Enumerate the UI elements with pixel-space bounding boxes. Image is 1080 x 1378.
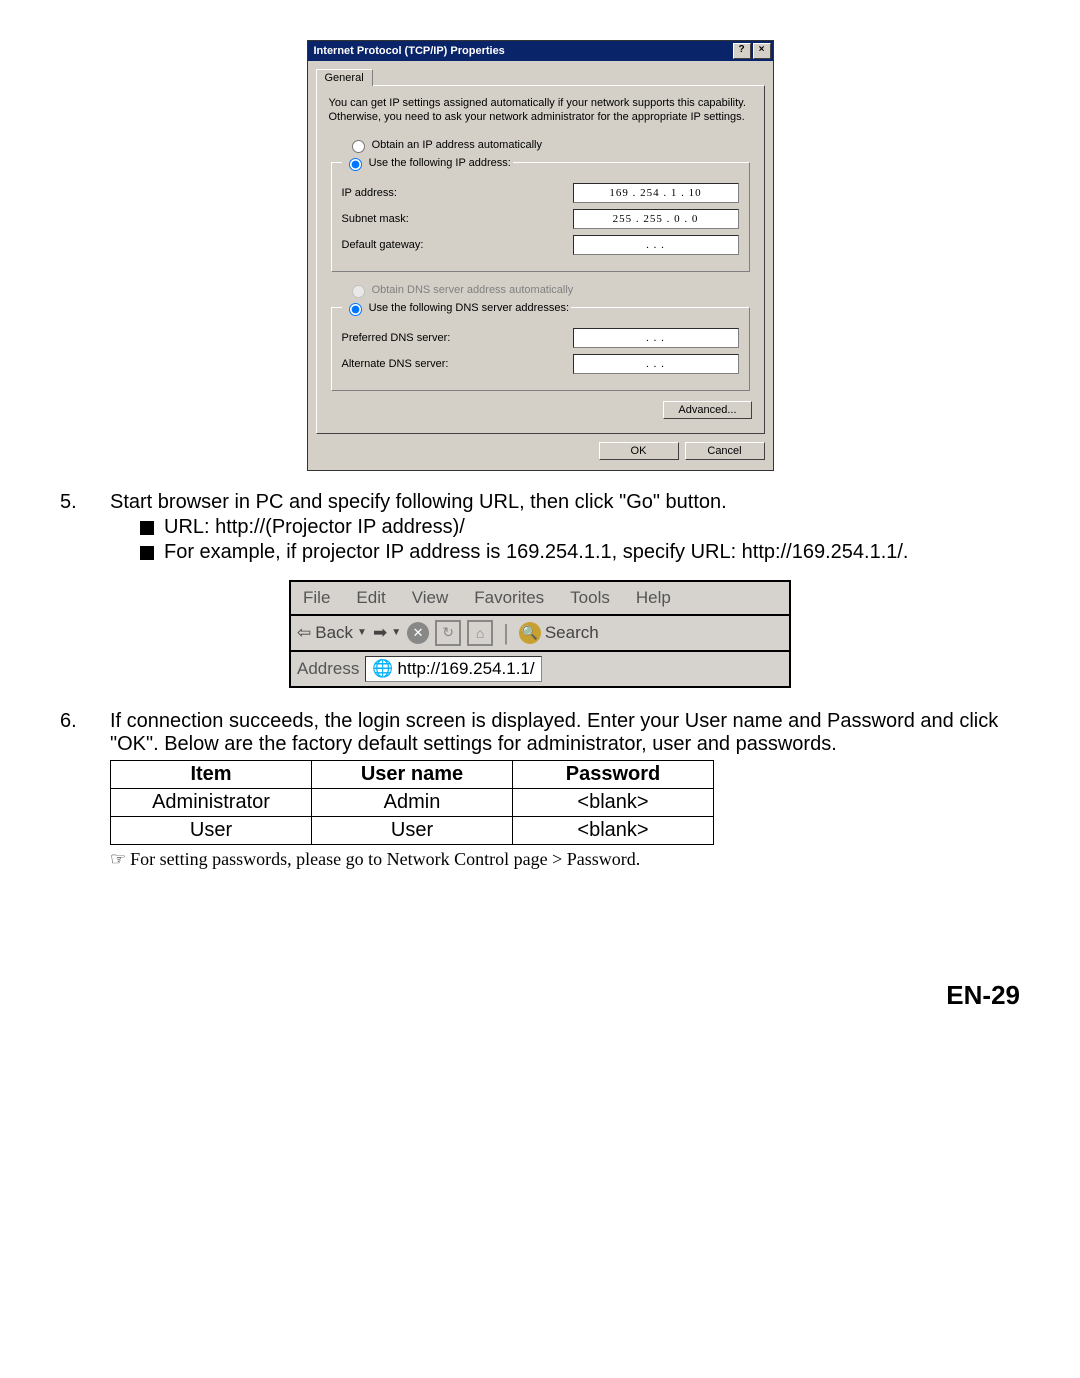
ie-page-icon: 🌐 <box>372 659 393 679</box>
step-5-text: Start browser in PC and specify followin… <box>110 491 1020 514</box>
page-number: EN-29 <box>60 980 1020 1011</box>
forward-arrow-icon: ➡ <box>373 623 387 643</box>
square-bullet-icon <box>140 546 154 560</box>
browser-menu-bar: File Edit View Favorites Tools Help <box>291 582 789 616</box>
label-alternate-dns: Alternate DNS server: <box>342 358 573 370</box>
cell-username: Admin <box>312 788 513 816</box>
menu-edit[interactable]: Edit <box>356 588 385 608</box>
label-default-gateway: Default gateway: <box>342 239 573 251</box>
radio-auto-dns <box>352 285 365 298</box>
back-arrow-icon: ⇦ <box>297 623 311 643</box>
radio-manual-ip[interactable] <box>349 158 362 171</box>
stop-icon[interactable]: ✕ <box>407 622 429 644</box>
ok-button[interactable]: OK <box>599 442 679 460</box>
dialog-title: Internet Protocol (TCP/IP) Properties <box>314 45 505 57</box>
col-header-username: User name <box>312 760 513 788</box>
radio-manual-dns-label: Use the following DNS server addresses: <box>369 302 570 314</box>
dropdown-arrow-icon: ▼ <box>391 627 401 638</box>
cell-item: Administrator <box>111 788 312 816</box>
address-input[interactable]: 🌐 http://169.254.1.1/ <box>365 656 541 682</box>
browser-toolbar-row: ⇦ Back ▼ ➡ ▼ ✕ ↻ ⌂ | 🔍 Search <box>291 616 789 652</box>
cell-username: User <box>312 816 513 844</box>
step-5-bullet-2: For example, if projector IP address is … <box>164 541 908 564</box>
address-bar-row: Address 🌐 http://169.254.1.1/ <box>291 652 789 686</box>
credentials-table: Item User name Password Administrator Ad… <box>110 760 714 845</box>
label-ip-address: IP address: <box>342 187 573 199</box>
cell-password: <blank> <box>513 788 714 816</box>
input-preferred-dns[interactable]: . . . <box>573 328 739 348</box>
dialog-titlebar: Internet Protocol (TCP/IP) Properties ? … <box>308 41 773 61</box>
radio-manual-dns[interactable] <box>349 303 362 316</box>
col-header-password: Password <box>513 760 714 788</box>
cell-item: User <box>111 816 312 844</box>
forward-button[interactable]: ➡ ▼ <box>373 623 401 643</box>
pointing-hand-icon: ☞ <box>110 849 126 870</box>
input-alternate-dns[interactable]: . . . <box>573 354 739 374</box>
close-button[interactable]: × <box>753 43 771 59</box>
dialog-description: You can get IP settings assigned automat… <box>329 96 752 125</box>
radio-auto-ip-label: Obtain an IP address automatically <box>372 139 542 151</box>
menu-tools[interactable]: Tools <box>570 588 610 608</box>
tab-general[interactable]: General <box>316 69 373 86</box>
table-row: Administrator Admin <blank> <box>111 788 714 816</box>
step-6-text: If connection succeeds, the login screen… <box>110 710 1020 756</box>
step-6-number: 6. <box>60 710 110 870</box>
tcpip-properties-dialog: Internet Protocol (TCP/IP) Properties ? … <box>307 40 774 471</box>
step-5-number: 5. <box>60 491 110 566</box>
radio-auto-ip[interactable] <box>352 140 365 153</box>
menu-file[interactable]: File <box>303 588 330 608</box>
label-preferred-dns: Preferred DNS server: <box>342 332 573 344</box>
label-subnet-mask: Subnet mask: <box>342 213 573 225</box>
toolbar-separator: | <box>499 622 513 644</box>
col-header-item: Item <box>111 760 312 788</box>
help-button[interactable]: ? <box>733 43 751 59</box>
menu-view[interactable]: View <box>412 588 449 608</box>
input-ip-address[interactable]: 169 . 254 . 1 . 10 <box>573 183 739 203</box>
search-icon: 🔍 <box>519 622 541 644</box>
menu-help[interactable]: Help <box>636 588 671 608</box>
cell-password: <blank> <box>513 816 714 844</box>
dropdown-arrow-icon: ▼ <box>357 627 367 638</box>
radio-manual-ip-label: Use the following IP address: <box>369 157 511 169</box>
menu-favorites[interactable]: Favorites <box>474 588 544 608</box>
advanced-button[interactable]: Advanced... <box>663 401 751 419</box>
home-icon[interactable]: ⌂ <box>467 620 493 646</box>
input-default-gateway[interactable]: . . . <box>573 235 739 255</box>
search-button[interactable]: 🔍 Search <box>519 622 599 644</box>
address-label: Address <box>297 659 359 679</box>
back-button[interactable]: ⇦ Back ▼ <box>297 623 367 643</box>
address-url: http://169.254.1.1/ <box>398 659 535 679</box>
cancel-button[interactable]: Cancel <box>685 442 765 460</box>
square-bullet-icon <box>140 521 154 535</box>
refresh-icon[interactable]: ↻ <box>435 620 461 646</box>
browser-toolbar: File Edit View Favorites Tools Help ⇦ Ba… <box>289 580 791 688</box>
input-subnet-mask[interactable]: 255 . 255 . 0 . 0 <box>573 209 739 229</box>
radio-auto-dns-label: Obtain DNS server address automatically <box>372 284 574 296</box>
step-5-bullet-1: URL: http://(Projector IP address)/ <box>164 516 465 539</box>
password-note: For setting passwords, please go to Netw… <box>130 849 640 870</box>
table-row: User User <blank> <box>111 816 714 844</box>
